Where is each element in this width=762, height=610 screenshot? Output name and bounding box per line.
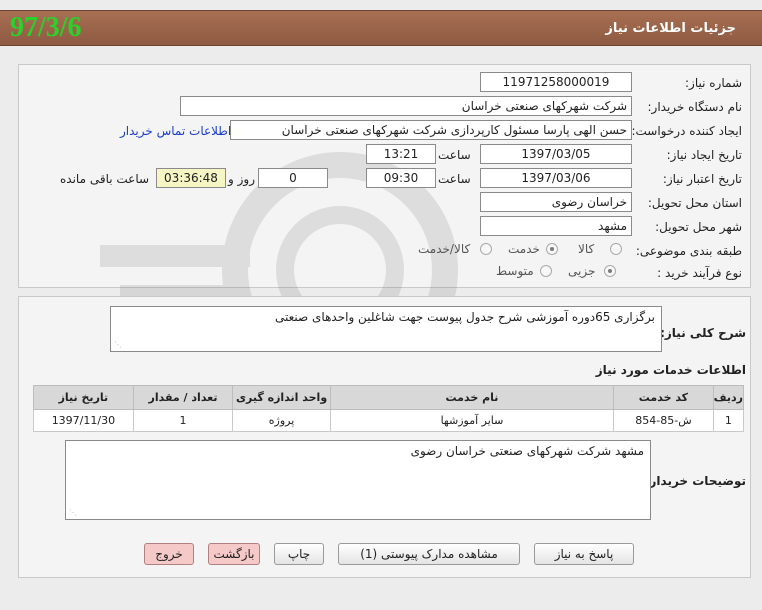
- col-row-number: ردیف: [712, 385, 745, 410]
- category-option-goods-service: کالا/خدمت: [418, 242, 471, 256]
- page-title: جزئیات اطلاعات نیاز: [605, 21, 736, 36]
- category-radio-goods-service[interactable]: [480, 243, 492, 255]
- buyer-org-field[interactable]: شرکت شهرکهای صنعتی خراسان: [180, 96, 632, 116]
- summary-text: برگزاری 65دوره آموزشی شرح جدول پیوست جهت…: [274, 310, 655, 324]
- validity-date-field[interactable]: 1397/03/06: [480, 168, 632, 188]
- resize-grip-icon[interactable]: ⋰: [114, 340, 122, 349]
- process-option-medium: متوسط: [496, 264, 534, 278]
- created-time-label: ساعت: [438, 148, 471, 162]
- reply-button[interactable]: پاسخ به نیاز: [534, 543, 634, 565]
- table-header-row: ردیف کد خدمت نام خدمت واحد اندازه گیری ت…: [33, 385, 745, 410]
- validity-date-label: تاریخ اعتبار نیاز:: [662, 172, 742, 186]
- resize-grip-icon[interactable]: ⋰: [69, 508, 77, 517]
- category-radio-service[interactable]: [546, 243, 558, 255]
- created-time-field[interactable]: 13:21: [366, 144, 436, 164]
- process-radio-medium[interactable]: [540, 265, 552, 277]
- date-stamp: 97/3/6: [10, 12, 82, 43]
- validity-time-field[interactable]: 09:30: [366, 168, 436, 188]
- days-field[interactable]: 0: [258, 168, 328, 188]
- process-radio-partial[interactable]: [604, 265, 616, 277]
- created-date-field[interactable]: 1397/03/05: [480, 144, 632, 164]
- col-service-code: کد خدمت: [613, 385, 714, 410]
- col-unit: واحد اندازه گیری: [232, 385, 331, 410]
- buyer-contact-link[interactable]: اطلاعات تماس خریدار: [120, 124, 231, 138]
- created-date-label: تاریخ ایجاد نیاز:: [666, 148, 742, 162]
- cell-quantity: 1: [132, 409, 234, 432]
- requester-label: ایجاد کننده درخواست:: [631, 124, 742, 138]
- requester-field[interactable]: حسن الهی پارسا مسئول کارپردازی شرکت شهرک…: [230, 120, 632, 140]
- category-label: طبقه بندی موضوعی:: [635, 244, 742, 258]
- city-label: شهر محل تحویل:: [655, 220, 742, 234]
- cell-unit: پروژه: [232, 409, 331, 432]
- buyer-notes-textarea[interactable]: مشهد شرکت شهرکهای صنعتی خراسان رضوی ⋰: [65, 440, 651, 520]
- page-header: جزئیات اطلاعات نیاز: [0, 10, 762, 46]
- province-label: استان محل تحویل:: [647, 196, 742, 210]
- remaining-time-label: ساعت باقی مانده: [60, 172, 150, 186]
- category-option-service: خدمت: [508, 242, 540, 256]
- cell-row-number: 1: [712, 409, 745, 432]
- buyer-org-label: نام دستگاه خریدار:: [647, 100, 743, 114]
- category-radio-goods[interactable]: [610, 243, 622, 255]
- exit-button[interactable]: خروج: [144, 543, 194, 565]
- col-service-name: نام خدمت: [329, 385, 615, 410]
- cell-service-code: ش-85-854: [613, 409, 714, 432]
- need-number-label: شماره نیاز:: [685, 76, 742, 90]
- cell-need-date: 1397/11/30: [33, 409, 134, 432]
- summary-textarea[interactable]: برگزاری 65دوره آموزشی شرح جدول پیوست جهت…: [110, 306, 662, 352]
- print-button[interactable]: چاپ: [274, 543, 324, 565]
- remaining-time-field: 03:36:48: [156, 168, 226, 188]
- city-field[interactable]: مشهد: [480, 216, 632, 236]
- table-row[interactable]: 1 ش-85-854 سایر آموزشها پروژه 1 1397/11/…: [33, 409, 745, 432]
- buyer-notes-text: مشهد شرکت شهرکهای صنعتی خراسان رضوی: [410, 444, 644, 458]
- services-title: اطلاعات خدمات مورد نیاز: [595, 363, 746, 377]
- back-button[interactable]: بازگشت: [208, 543, 260, 565]
- days-label: روز و: [228, 172, 255, 186]
- category-option-goods: کالا: [578, 242, 595, 256]
- col-need-date: تاریخ نیاز: [33, 385, 134, 410]
- need-number-field[interactable]: 11971258000019: [480, 72, 632, 92]
- process-label: نوع فرآیند خرید :: [657, 266, 742, 280]
- summary-label: شرح کلی نیاز:: [660, 326, 746, 340]
- province-field[interactable]: خراسان رضوی: [480, 192, 632, 212]
- services-table: ردیف کد خدمت نام خدمت واحد اندازه گیری ت…: [33, 385, 745, 432]
- cell-service-name: سایر آموزشها: [329, 409, 615, 432]
- buyer-notes-label: توضیحات خریدار:: [644, 474, 746, 488]
- validity-time-label: ساعت: [438, 172, 471, 186]
- col-quantity: تعداد / مقدار: [132, 385, 234, 410]
- attachments-button[interactable]: مشاهده مدارک پیوستی (1): [338, 543, 520, 565]
- process-option-partial: جزیی: [568, 264, 596, 278]
